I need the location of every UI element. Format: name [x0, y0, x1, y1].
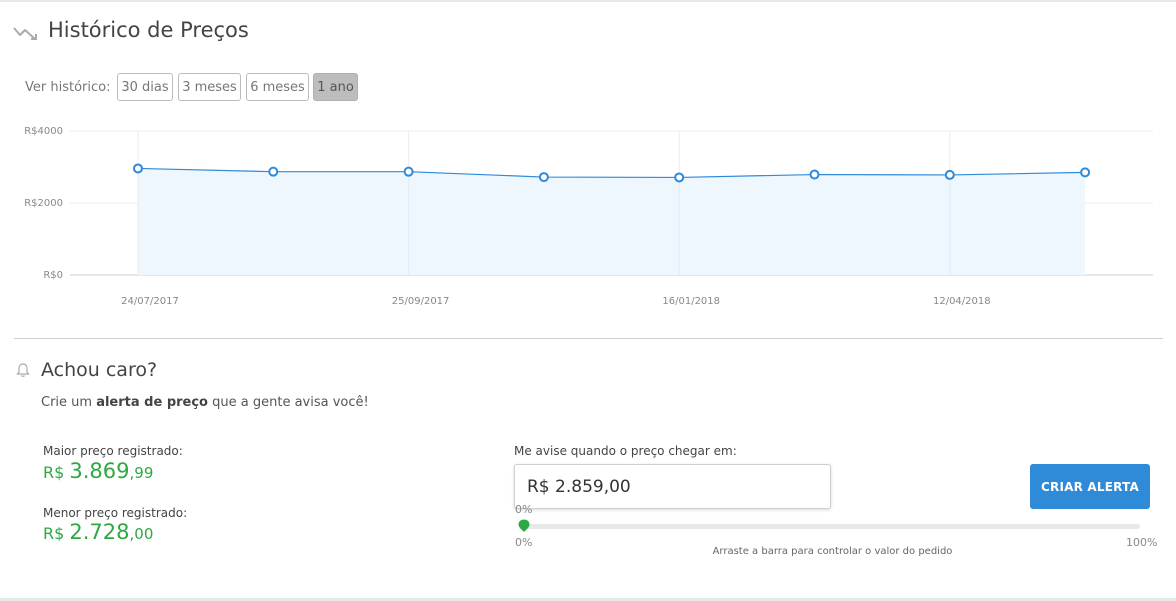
page-title: Histórico de Preços: [48, 18, 249, 42]
x-tick-label: 12/04/2018: [933, 296, 991, 307]
period-30-days-button[interactable]: 30 dias: [117, 73, 173, 101]
target-price-field: [514, 464, 831, 509]
slider-min-label: 0%: [515, 536, 533, 549]
slider-max-label: 100%: [1126, 536, 1158, 549]
section-divider: [14, 338, 1163, 339]
period-3-months-button[interactable]: 3 meses: [178, 73, 241, 101]
slider-value-label: 0%: [515, 503, 533, 516]
price-point: [538, 172, 549, 183]
price-point: [268, 166, 279, 177]
price-point: [403, 166, 414, 177]
max-price-label: Maior preço registrado:: [43, 444, 183, 458]
alert-subtitle: Crie um alerta de preço que a gente avis…: [41, 395, 369, 410]
x-tick-label: 25/09/2017: [392, 296, 450, 307]
top-border: [0, 0, 1176, 2]
price-point: [809, 169, 820, 180]
create-alert-button[interactable]: CRIAR ALERTA: [1030, 464, 1150, 509]
slider-handle[interactable]: [518, 519, 530, 533]
price-slider-track[interactable]: [524, 524, 1140, 529]
min-price-value: R$ 2.728,00: [43, 520, 154, 544]
price-point: [133, 163, 143, 174]
slider-hint: Arraste a barra para controlar o valor d…: [712, 546, 953, 557]
x-tick-label: 16/01/2018: [662, 296, 720, 307]
price-point: [674, 172, 685, 183]
y-tick-label: R$4000: [24, 126, 63, 137]
alert-title: Achou caro?: [41, 359, 158, 381]
y-tick-label: R$2000: [24, 198, 63, 209]
trend-down-icon: [13, 27, 37, 40]
x-tick-label: 24/07/2017: [121, 296, 179, 307]
y-tick-label: R$0: [43, 270, 63, 281]
min-price-label: Menor preço registrado:: [43, 506, 188, 520]
target-price-label: Me avise quando o preço chegar em:: [514, 444, 737, 458]
price-area: [138, 168, 1086, 275]
max-price-value: R$ 3.869,99: [43, 459, 154, 483]
price-point: [944, 169, 955, 180]
history-period-label: Ver histórico:: [25, 80, 111, 95]
price-history-chart: R$0 R$2000 R$4000 24/07/2017 25/09/2017 16/01…: [24, 126, 1153, 307]
price-point: [1080, 167, 1091, 178]
target-price-input[interactable]: [515, 465, 830, 508]
period-6-months-button[interactable]: 6 meses: [246, 73, 309, 101]
period-1-year-button[interactable]: 1 ano: [313, 73, 358, 101]
bell-icon: [16, 363, 30, 377]
